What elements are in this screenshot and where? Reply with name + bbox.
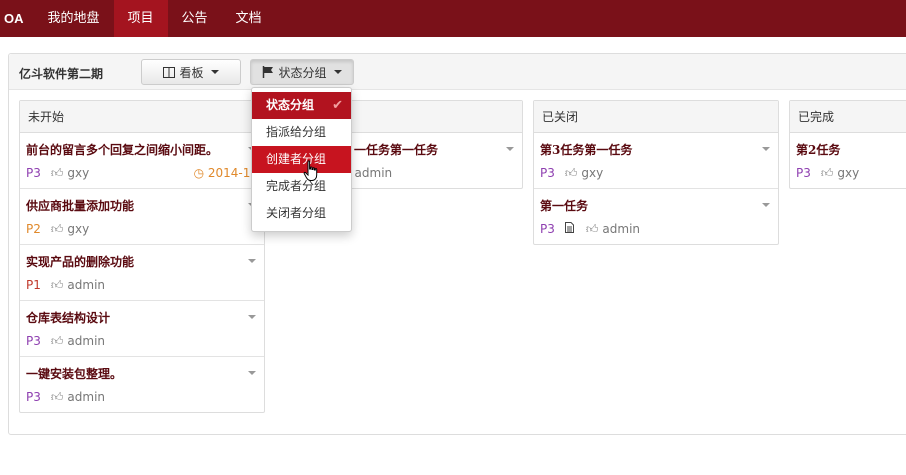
- task-meta: P3 👍︎ admin: [26, 332, 258, 350]
- nav-item-project[interactable]: 项目: [113, 0, 168, 37]
- menu-item-closer-group[interactable]: 关闭者分组: [252, 200, 351, 227]
- task-card[interactable]: 第一任务 P3 👍︎ admin: [534, 189, 778, 244]
- thumbs-up-icon: 👍︎: [820, 165, 834, 180]
- chevron-down-icon[interactable]: [248, 315, 256, 319]
- thumbs-up-icon: 👍︎: [50, 333, 64, 348]
- task-user: admin: [67, 278, 106, 292]
- task-title[interactable]: 一键安装包整理。: [26, 365, 258, 384]
- task-card[interactable]: 前台的留言多个回复之间缩小间距。 P3 👍︎ gxy ◷ 2014-11-0: [20, 133, 270, 189]
- priority-badge: P3: [540, 222, 555, 236]
- column-header: 已完成: [790, 101, 906, 133]
- priority-badge: P3: [796, 166, 811, 180]
- menu-item-label: 指派给分组: [266, 125, 327, 139]
- chevron-down-icon[interactable]: [248, 259, 256, 263]
- thumbs-up-icon: 👍︎: [50, 277, 64, 292]
- column-closed: 已关闭 第3任务第一任务 P3 👍︎ gxy 第一任务 P3 👍︎ admin: [533, 100, 779, 245]
- chevron-down-icon: [333, 70, 342, 74]
- column-header: 未开始: [20, 101, 264, 133]
- thumbs-up-icon: 👍︎: [50, 165, 64, 180]
- task-user: gxy: [67, 166, 90, 180]
- top-nav: OA 我的地盘 项目 公告 文档: [0, 0, 906, 37]
- chevron-down-icon: [210, 70, 219, 74]
- task-card[interactable]: 一键安装包整理。 P3 👍︎ admin: [20, 357, 264, 412]
- task-user: admin: [67, 334, 106, 348]
- task-card[interactable]: 第2任务 P3 👍︎ gxy: [790, 133, 906, 188]
- priority-badge: P2: [26, 222, 41, 236]
- thumbs-up-icon: 👍︎: [50, 389, 64, 404]
- group-by-label: 状态分组: [278, 65, 327, 80]
- priority-badge: P1: [26, 278, 41, 292]
- task-user: gxy: [67, 222, 90, 236]
- priority-badge: P3: [26, 334, 41, 348]
- chevron-down-icon[interactable]: [248, 371, 256, 375]
- task-title[interactable]: 实现产品的删除功能: [26, 253, 258, 272]
- task-meta: P3 👍︎ gxy ◷ 2014-11-0: [26, 164, 270, 182]
- thumbs-up-icon: 👍︎: [585, 221, 599, 236]
- task-title[interactable]: 第2任务: [796, 141, 906, 160]
- task-meta: P3 👍︎ admin: [26, 388, 258, 406]
- task-card[interactable]: 第3任务第一任务 P3 👍︎ gxy: [534, 133, 778, 189]
- task-title[interactable]: 第一任务: [540, 197, 772, 216]
- group-by-dropdown: 状态分组 ✔ 指派给分组 创建者分组 完成者分组 关闭者分组: [251, 87, 352, 232]
- priority-badge: P3: [26, 166, 41, 180]
- flag-icon: [263, 66, 274, 78]
- menu-item-label: 状态分组: [266, 98, 315, 112]
- task-user: admin: [602, 222, 641, 236]
- document-icon: [564, 222, 574, 236]
- task-meta: P1 👍︎ admin: [26, 276, 258, 294]
- brand-logo[interactable]: OA: [0, 0, 34, 37]
- task-title[interactable]: 供应商批量添加功能: [26, 197, 258, 216]
- task-user: admin: [354, 166, 393, 180]
- priority-badge: P3: [540, 166, 555, 180]
- columns-icon: [163, 66, 176, 78]
- task-title[interactable]: 仓库表结构设计: [26, 309, 258, 328]
- task-card[interactable]: 供应商批量添加功能 P2 👍︎ gxy: [20, 189, 264, 245]
- task-user: gxy: [837, 166, 860, 180]
- menu-item-status-group[interactable]: 状态分组 ✔: [252, 92, 351, 119]
- task-card[interactable]: 实现产品的删除功能 P1 👍︎ admin: [20, 245, 264, 301]
- hand-cursor-icon: [303, 160, 318, 181]
- column-not-started: 未开始 前台的留言多个回复之间缩小间距。 P3 👍︎ gxy ◷ 2014-11…: [19, 100, 270, 413]
- project-title: 亿斗软件第二期: [19, 67, 104, 81]
- kanban-view-label: 看板: [179, 65, 204, 80]
- nav-item-my[interactable]: 我的地盘: [34, 0, 114, 37]
- task-meta: P2 👍︎ gxy: [26, 220, 258, 238]
- menu-item-creator-group[interactable]: 创建者分组: [252, 146, 351, 173]
- nav-item-doc[interactable]: 文档: [222, 0, 276, 37]
- menu-item-finisher-group[interactable]: 完成者分组: [252, 173, 351, 200]
- column-header: 已关闭: [534, 101, 778, 133]
- chevron-down-icon[interactable]: [506, 147, 514, 151]
- menu-item-label: 关闭者分组: [266, 206, 327, 220]
- priority-badge: P3: [26, 390, 41, 404]
- menu-item-assignee-group[interactable]: 指派给分组: [252, 119, 351, 146]
- panel-header: 亿斗软件第二期 看板 状态分组: [9, 54, 906, 90]
- group-by-button[interactable]: 状态分组: [250, 59, 354, 85]
- thumbs-up-icon: 👍︎: [564, 165, 578, 180]
- kanban-view-button[interactable]: 看板: [141, 59, 241, 85]
- thumbs-up-icon: 👍︎: [50, 221, 64, 236]
- nav-item-notice[interactable]: 公告: [168, 0, 222, 37]
- clock-icon: ◷: [193, 166, 205, 180]
- task-user: gxy: [581, 166, 604, 180]
- task-user: admin: [67, 390, 106, 404]
- column-done: 已完成 第2任务 P3 👍︎ gxy: [789, 100, 906, 189]
- task-meta: P3 👍︎ gxy: [796, 164, 906, 182]
- check-icon: ✔: [332, 98, 343, 113]
- task-meta: P3 👍︎ gxy: [540, 164, 772, 182]
- task-meta: P3 👍︎ admin: [540, 220, 772, 238]
- chevron-down-icon[interactable]: [762, 203, 770, 207]
- task-title[interactable]: 第3任务第一任务: [540, 141, 772, 160]
- task-card[interactable]: 仓库表结构设计 P3 👍︎ admin: [20, 301, 264, 357]
- task-title[interactable]: 前台的留言多个回复之间缩小间距。: [26, 141, 258, 160]
- chevron-down-icon[interactable]: [762, 147, 770, 151]
